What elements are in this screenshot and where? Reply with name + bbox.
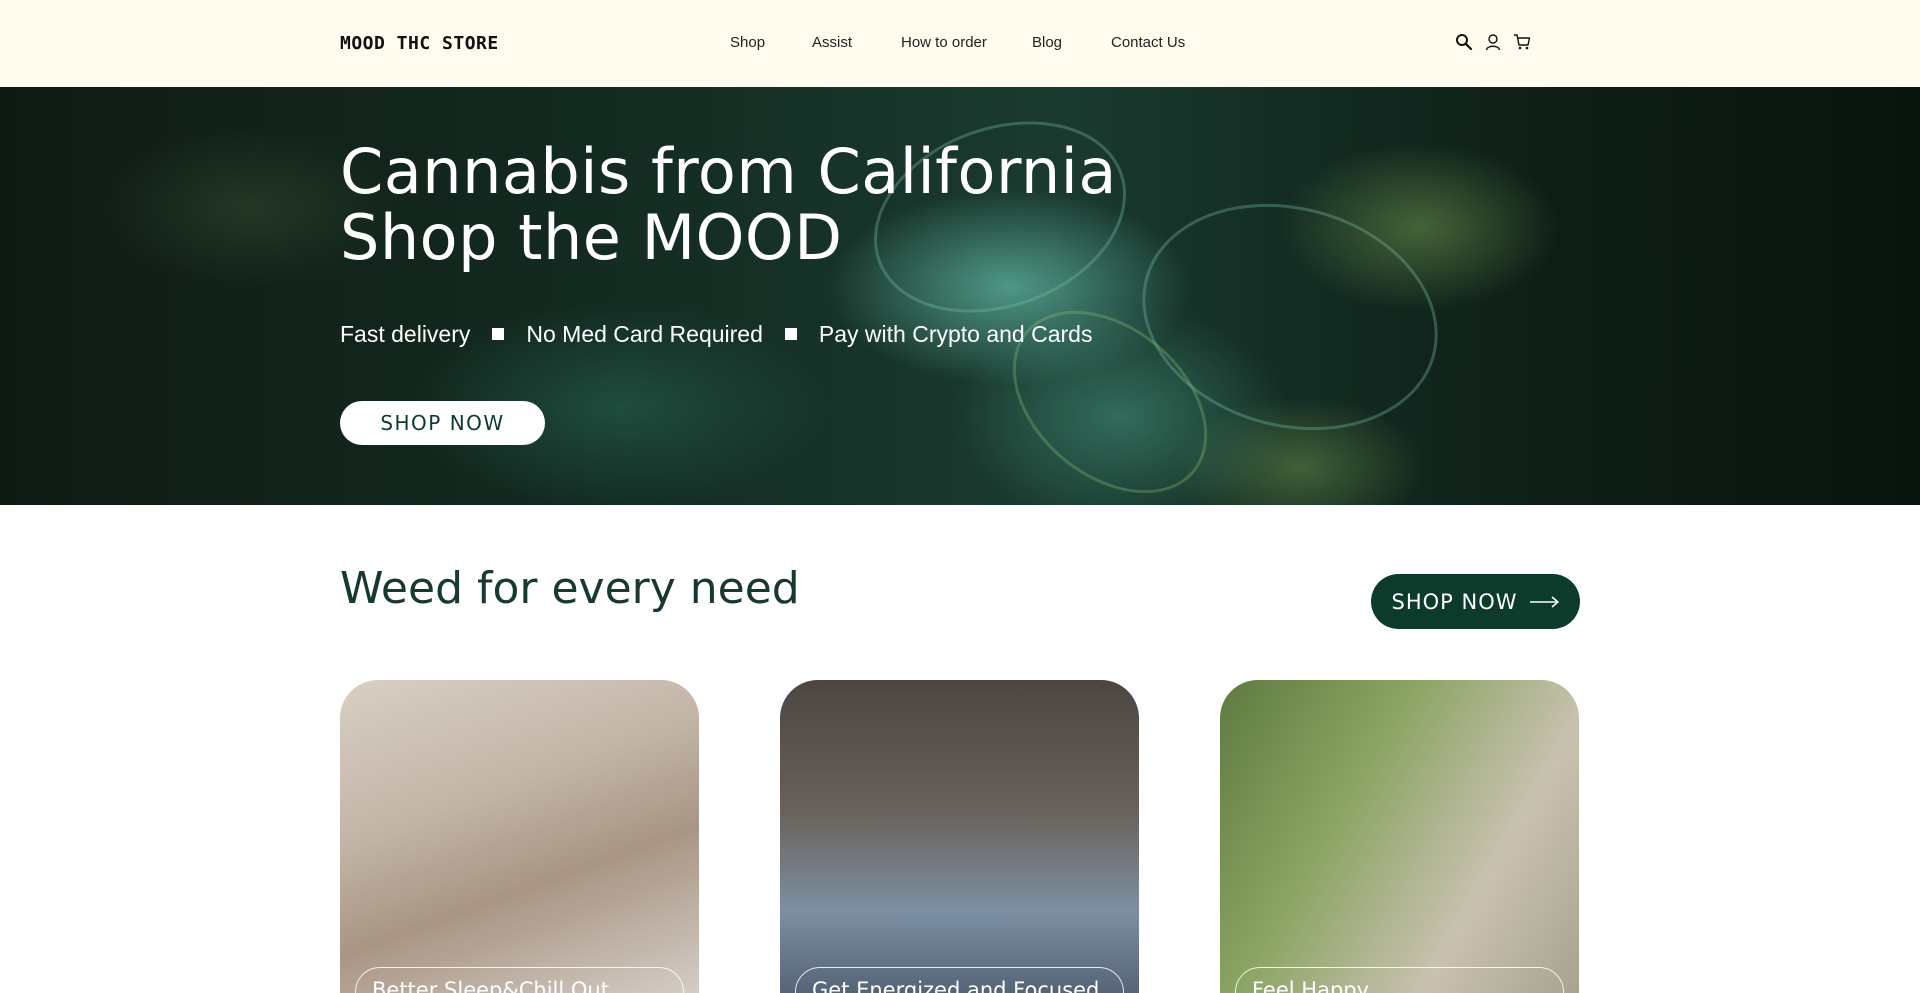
category-card-happy[interactable]: Feel Happy [1220, 680, 1579, 993]
hero-features: Fast delivery No Med Card Required Pay w… [340, 319, 1092, 349]
card-label-text: Get Energized and Focused [812, 978, 1100, 993]
cart-icon[interactable] [1513, 33, 1531, 51]
hero-title-line-2: Shop the MOOD [340, 201, 843, 274]
arrow-right-icon [1529, 595, 1560, 608]
bullet-square [492, 328, 505, 340]
nav-contact-us[interactable]: Contact Us [1111, 34, 1185, 51]
section-shop-now-button[interactable]: SHOP NOW [1371, 574, 1580, 629]
section-title: Weed for every need [340, 563, 800, 614]
account-icon[interactable] [1484, 33, 1502, 51]
feature-fast-delivery: Fast delivery [340, 320, 471, 347]
category-card-energized[interactable]: Get Energized and Focused [780, 680, 1139, 993]
card-label: Better Sleep&Chill Out [355, 967, 684, 993]
hero-banner: Cannabis from California Shop the MOOD F… [0, 87, 1920, 505]
arrow-right-icon [637, 988, 667, 993]
hero-title: Cannabis from California Shop the MOOD [340, 139, 1117, 271]
nav-how-to-order[interactable]: How to order [901, 34, 987, 51]
nav-assist[interactable]: Assist [812, 34, 852, 51]
bullet-square [784, 328, 797, 340]
card-label-text: Feel Happy [1252, 978, 1370, 993]
card-label: Feel Happy [1235, 967, 1564, 993]
nav-shop[interactable]: Shop [730, 34, 765, 51]
hero-shop-now-button[interactable]: SHOP NOW [340, 401, 545, 445]
arrow-right-icon [1077, 988, 1107, 993]
arrow-right-icon [1517, 988, 1547, 993]
hero-title-line-1: Cannabis from California [340, 135, 1117, 208]
nav-blog[interactable]: Blog [1032, 34, 1062, 51]
feature-pay-crypto: Pay with Crypto and Cards [818, 320, 1093, 347]
search-icon[interactable] [1455, 33, 1473, 51]
site-logo[interactable]: MOOD THC STORE [340, 33, 499, 54]
section-shop-now-label: SHOP NOW [1391, 589, 1518, 614]
site-header: MOOD THC STORE Shop Assist How to order … [0, 0, 1920, 87]
feature-no-med-card: No Med Card Required [526, 320, 763, 347]
card-label-text: Better Sleep&Chill Out [372, 978, 609, 993]
card-label: Get Energized and Focused [795, 967, 1124, 993]
category-card-sleep[interactable]: Better Sleep&Chill Out [340, 680, 699, 993]
